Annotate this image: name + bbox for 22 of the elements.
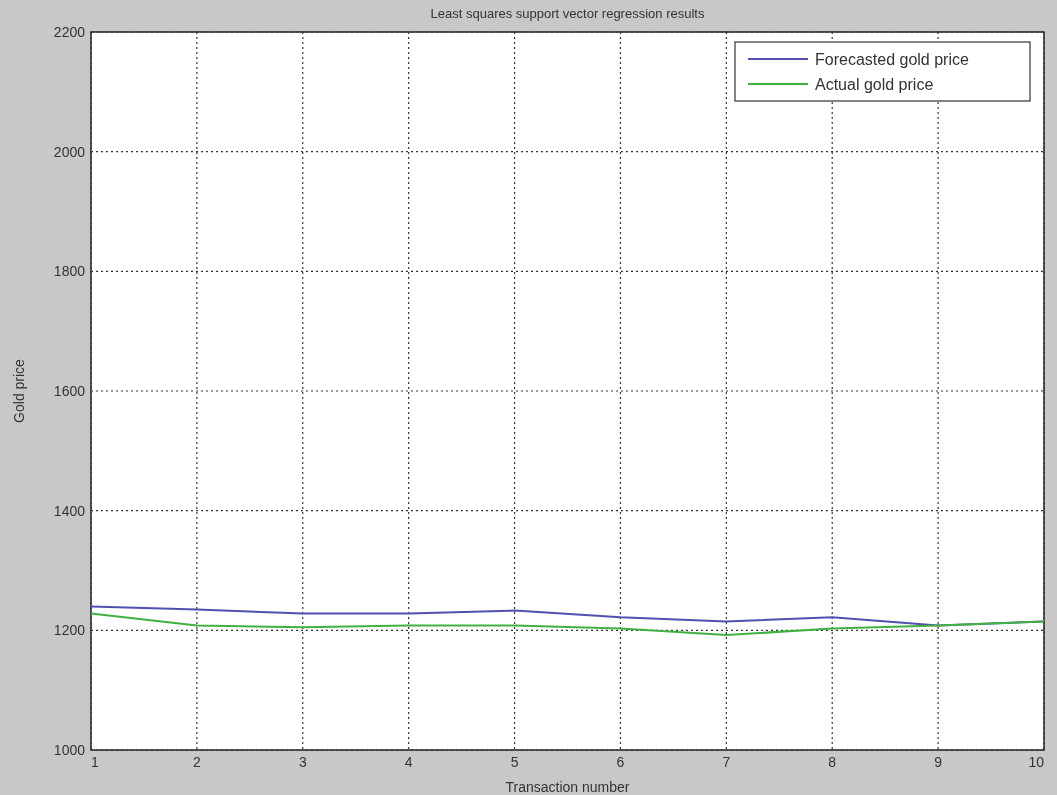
- chart-title: Least squares support vector regression results: [430, 6, 705, 21]
- tick-label: 4: [404, 754, 413, 770]
- tick-label: 2: [193, 754, 201, 770]
- tick-label: 1400: [53, 502, 85, 519]
- legend-label: Actual gold price: [815, 76, 934, 93]
- tick-label: 3: [298, 754, 307, 770]
- y-axis-label: Gold price: [11, 359, 27, 423]
- tick-label: 1200: [53, 622, 85, 639]
- tick-label: 8: [828, 754, 837, 770]
- x-axis-label: Transaction number: [505, 779, 630, 795]
- tick-label: 6: [616, 754, 625, 770]
- tick-label: 9: [934, 754, 942, 770]
- tick-label: 1: [91, 754, 99, 770]
- tick-label: 10: [1028, 754, 1044, 770]
- tick-label: 1000: [53, 742, 85, 758]
- tick-label: 2000: [53, 143, 85, 160]
- tick-label: 7: [722, 754, 731, 770]
- tick-label: 1800: [53, 263, 85, 280]
- tick-label: 5: [510, 754, 519, 770]
- legend-label: Forecasted gold price: [815, 51, 969, 68]
- tick-label: 1600: [53, 383, 85, 399]
- tick-label: 2200: [53, 24, 85, 40]
